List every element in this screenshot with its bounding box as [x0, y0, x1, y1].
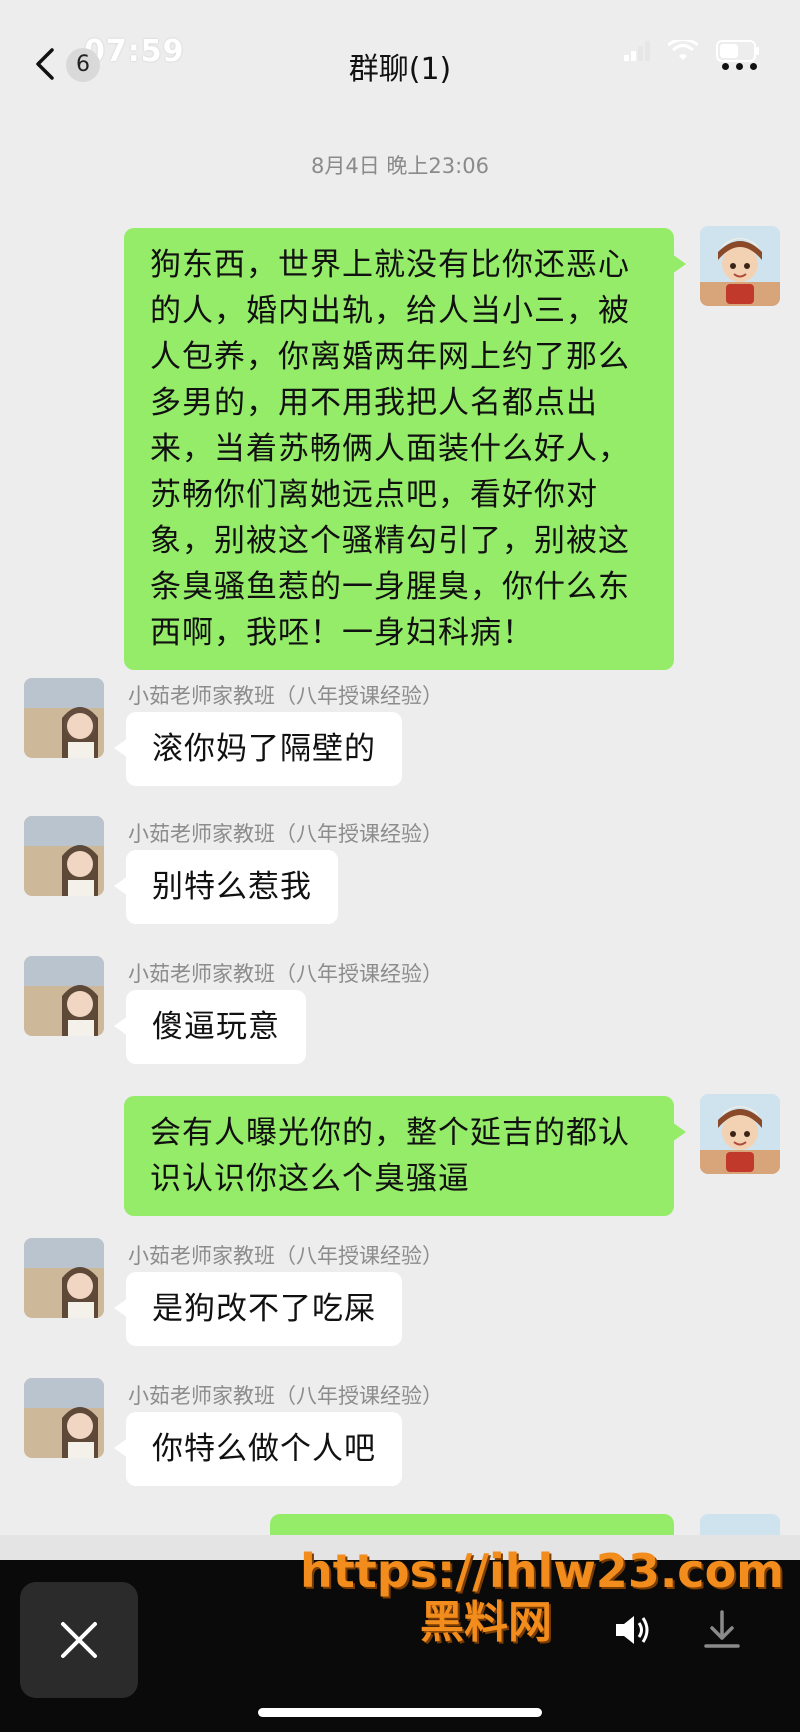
chat-timestamp: 8月4日 晚上23:06	[311, 154, 489, 178]
watermark: https://ihlw23.com 黑料网	[300, 1545, 784, 1649]
message-bubble-other[interactable]: 别特么惹我	[114, 850, 338, 924]
message-bubble-mine[interactable]: 狗东西，世界上就没有比你还恶心的人，婚内出轨，给人当小三，被人包养，你离婚两年网…	[124, 228, 686, 670]
sender-name: 小茹老师家教班（八年授课经验）	[128, 1384, 443, 1408]
message-bubble-other[interactable]: 是狗改不了吃屎	[114, 1272, 402, 1346]
my-avatar[interactable]	[700, 226, 780, 306]
message-bubble-other[interactable]: 你特么做个人吧	[114, 1412, 402, 1486]
sender-name: 小茹老师家教班（八年授课经验）	[128, 822, 443, 846]
close-button[interactable]	[20, 1582, 138, 1698]
message-bubble-other[interactable]: 傻逼玩意	[114, 990, 306, 1064]
sender-name: 小茹老师家教班（八年授课经验）	[128, 684, 443, 708]
message-bubble-other[interactable]: 滚你妈了隔壁的	[114, 712, 402, 786]
more-icon[interactable]	[722, 54, 766, 78]
contact-avatar[interactable]	[24, 1238, 104, 1318]
sender-name: 小茹老师家教班（八年授课经验）	[128, 1244, 443, 1268]
my-avatar[interactable]	[700, 1094, 780, 1174]
contact-avatar[interactable]	[24, 1378, 104, 1458]
chat-title: 群聊(1)	[348, 52, 452, 87]
contact-avatar[interactable]	[24, 816, 104, 896]
close-icon	[61, 1622, 97, 1658]
contact-avatar[interactable]	[24, 956, 104, 1036]
home-indicator	[258, 1708, 542, 1717]
message-bubble-mine[interactable]: 会有人曝光你的，整个延吉的都认识认识你这么个臭骚逼	[124, 1096, 686, 1216]
watermark-site-name: 黑料网	[420, 1597, 552, 1648]
watermark-url: https://ihlw23.com	[300, 1544, 785, 1598]
sender-name: 小茹老师家教班（八年授课经验）	[128, 962, 443, 986]
contact-avatar[interactable]	[24, 678, 104, 758]
